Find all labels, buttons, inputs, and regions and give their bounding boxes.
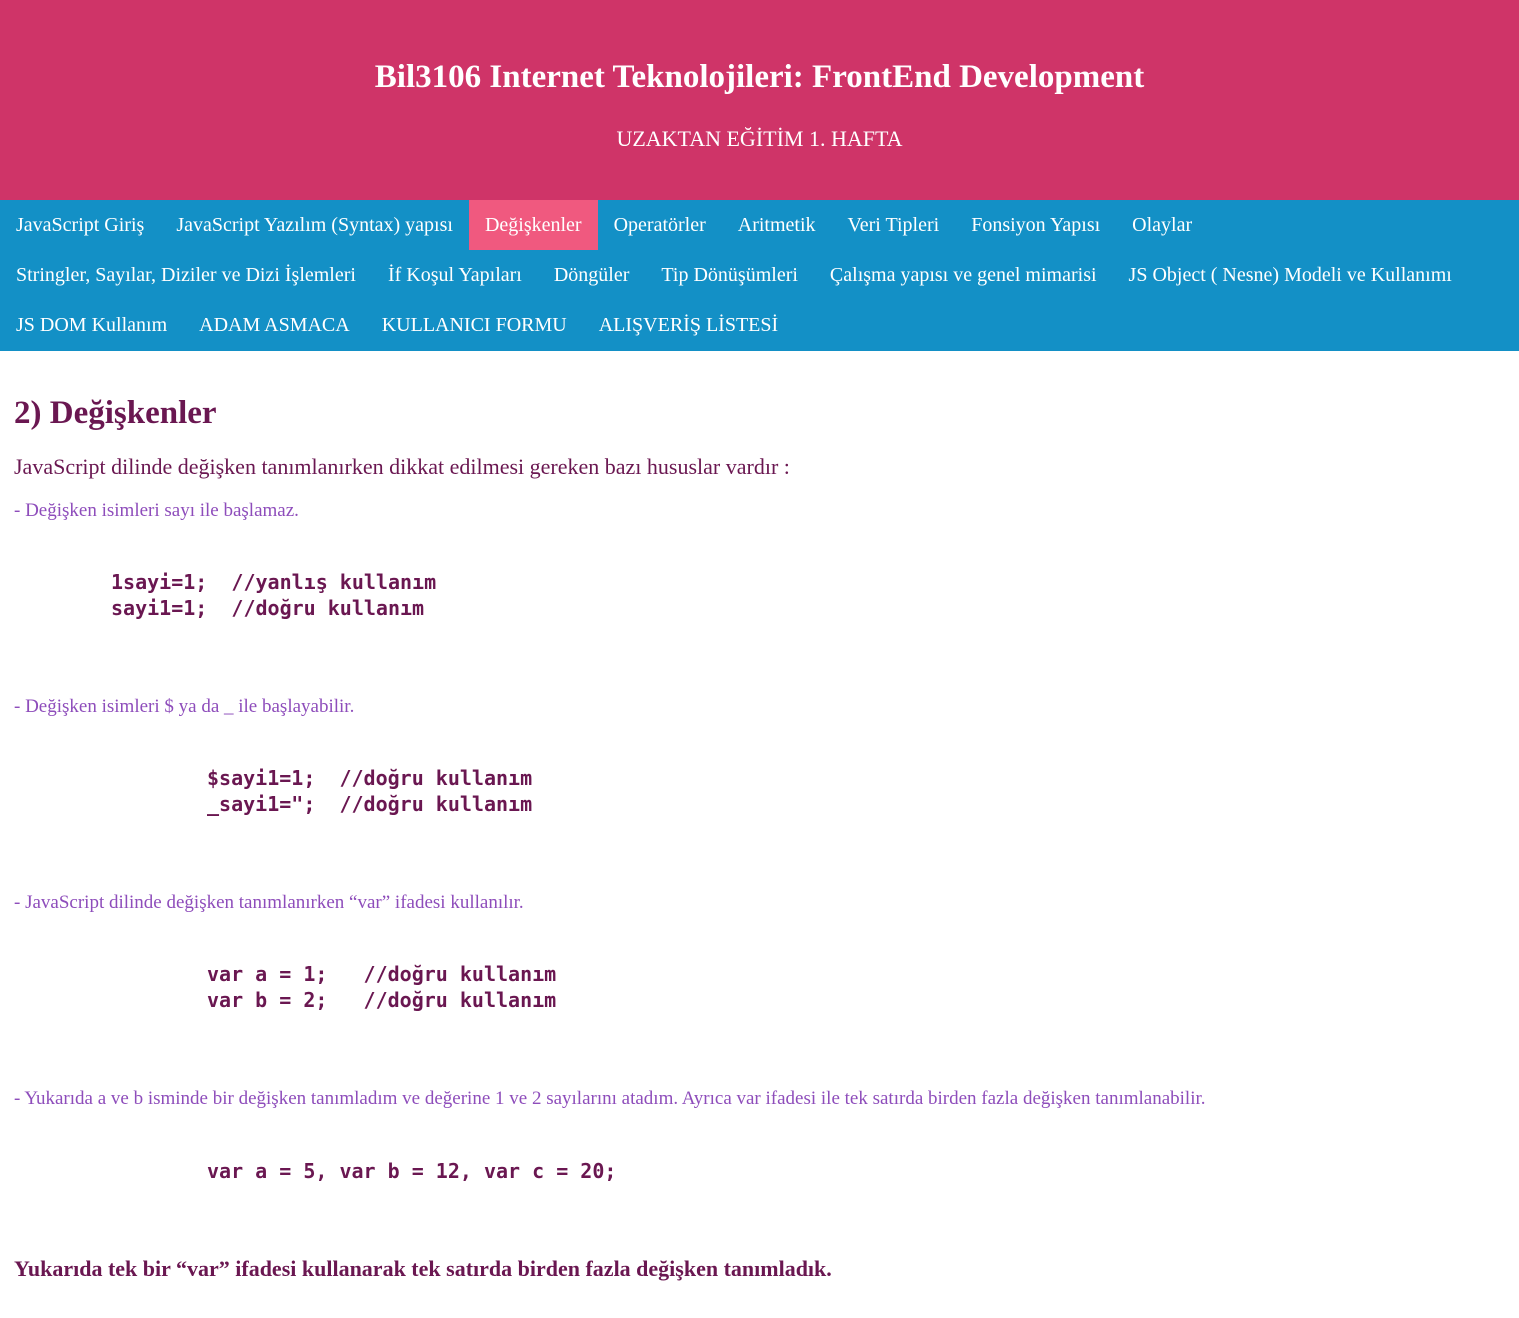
note-3: - JavaScript dilinde değişken tanımlanır… xyxy=(14,892,524,913)
code-block-1: 1sayi=1; //yanlış kullanım sayi1=1; //do… xyxy=(14,569,1505,621)
code-line: _sayi1="; //doğru kullanım xyxy=(207,792,533,816)
page-header: Bil3106 Internet Teknolojileri: FrontEnd… xyxy=(0,0,1519,200)
note-4: - Yukarıda a ve b isminde bir değişken t… xyxy=(14,1088,1206,1109)
code-line: var a = 5, var b = 12, var c = 20; xyxy=(207,1159,617,1183)
code-line: var a = 1; //doğru kullanım xyxy=(207,962,557,986)
nav-item-kullanici-formu[interactable]: KULLANICI FORMU xyxy=(366,300,583,350)
nav-item-tip-donusumleri[interactable]: Tip Dönüşümleri xyxy=(645,250,814,300)
code-line: 1sayi=1; //yanlış kullanım xyxy=(111,570,437,594)
nav-item-adam-asmaca[interactable]: ADAM ASMACA xyxy=(183,300,366,350)
intro-text: JavaScript dilinde değişken tanımlanırke… xyxy=(14,454,790,479)
nav-item-fonsiyon-yapisi[interactable]: Fonsiyon Yapısı xyxy=(955,200,1116,250)
code-line: var b = 2; //doğru kullanım xyxy=(207,988,557,1012)
nav-item-js-object[interactable]: JS Object ( Nesne) Modeli ve Kullanımı xyxy=(1113,250,1468,300)
page-subtitle: UZAKTAN EĞİTİM 1. HAFTA xyxy=(616,126,903,151)
note-2: - Değişken isimleri $ ya da _ ile başlay… xyxy=(14,696,355,717)
nav-item-calisma-yapisi[interactable]: Çalışma yapısı ve genel mimarisi xyxy=(814,250,1113,300)
section-heading: 2) Değişkenler xyxy=(14,395,217,431)
nav-item-if-kosul[interactable]: İf Koşul Yapıları xyxy=(372,250,538,300)
code-block-3: var a = 1; //doğru kullanım var b = 2; /… xyxy=(14,961,1505,1013)
nav-item-alisveris-listesi[interactable]: ALIŞVERİŞ LİSTESİ xyxy=(583,300,794,350)
nav-item-olaylar[interactable]: Olaylar xyxy=(1116,200,1208,250)
note-1: - Değişken isimleri sayı ile başlamaz. xyxy=(14,500,299,521)
nav-item-donguler[interactable]: Döngüler xyxy=(538,250,646,300)
nav-item-degiskenler[interactable]: Değişkenler xyxy=(468,200,598,250)
nav-item-javascript-giris[interactable]: JavaScript Giriş xyxy=(0,200,160,250)
nav-item-aritmetik[interactable]: Aritmetik xyxy=(722,200,832,250)
nav-item-veri-tipleri[interactable]: Veri Tipleri xyxy=(832,200,956,250)
nav-row-2: Stringler, Sayılar, Diziler ve Dizi İşle… xyxy=(0,250,1519,300)
nav-item-operatorler[interactable]: Operatörler xyxy=(598,200,722,250)
code-block-2: $sayi1=1; //doğru kullanım _sayi1="; //d… xyxy=(14,765,1505,817)
main-navigation: JavaScript Giriş JavaScript Yazılım (Syn… xyxy=(0,200,1519,351)
nav-item-stringler[interactable]: Stringler, Sayılar, Diziler ve Dizi İşle… xyxy=(0,250,372,300)
nav-item-js-dom[interactable]: JS DOM Kullanım xyxy=(0,300,183,350)
code-line: $sayi1=1; //doğru kullanım xyxy=(207,766,533,790)
page-title: Bil3106 Internet Teknolojileri: FrontEnd… xyxy=(374,59,1145,95)
nav-row-1: JavaScript Giriş JavaScript Yazılım (Syn… xyxy=(0,200,1519,250)
main-content: 2) Değişkenler JavaScript dilinde değişk… xyxy=(0,393,1519,1283)
nav-item-syntax[interactable]: JavaScript Yazılım (Syntax) yapısı xyxy=(160,200,469,250)
nav-row-3: JS DOM Kullanım ADAM ASMACA KULLANICI FO… xyxy=(0,300,1519,350)
code-block-4: var a = 5, var b = 12, var c = 20; xyxy=(14,1158,1505,1184)
summary-text: Yukarıda tek bir “var” ifadesi kullanara… xyxy=(14,1256,832,1281)
code-line: sayi1=1; //doğru kullanım xyxy=(111,596,425,620)
